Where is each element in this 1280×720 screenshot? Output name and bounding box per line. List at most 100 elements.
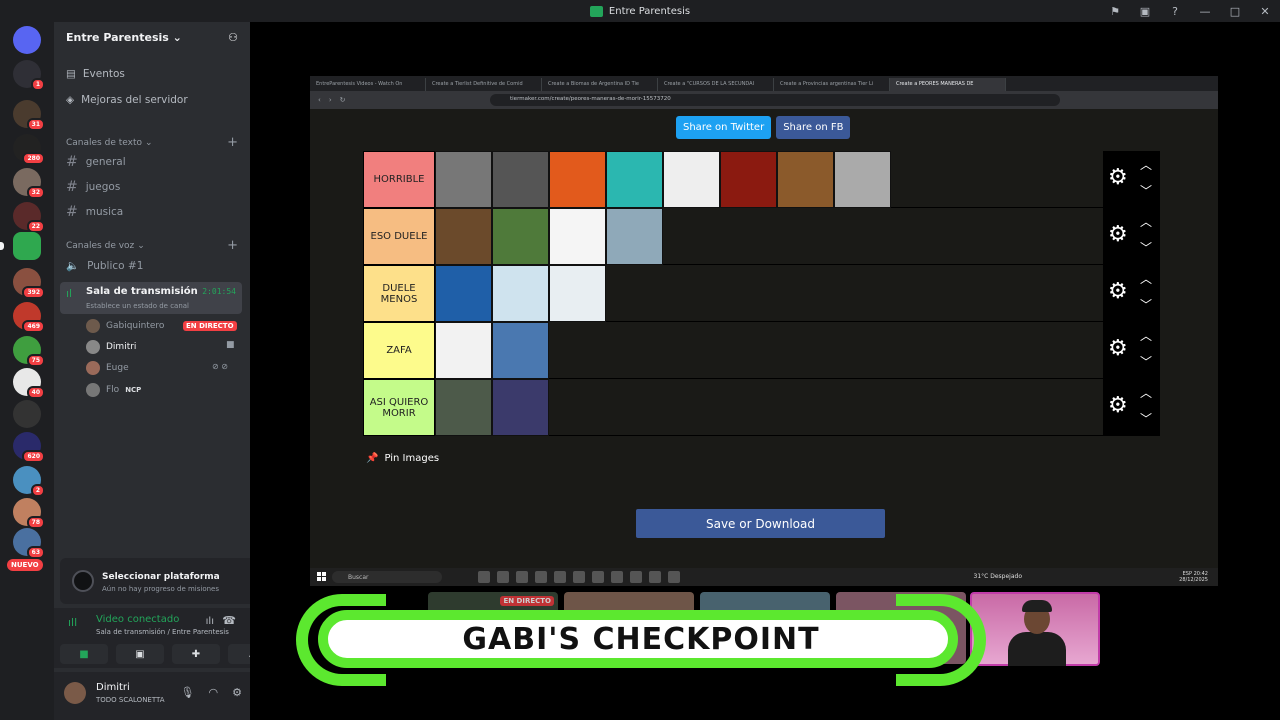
browser-tab[interactable]: Create a "CURSOS DE LA SECUNDAI <box>658 78 774 91</box>
app-icon[interactable] <box>573 571 585 583</box>
app-icon[interactable] <box>535 571 547 583</box>
tier-image[interactable] <box>492 322 549 379</box>
nav-boost[interactable]: ◈ Mejoras del servidor <box>66 94 188 106</box>
tier-image[interactable] <box>606 208 663 265</box>
add-channel-icon[interactable]: + <box>227 238 238 253</box>
help-icon[interactable]: ? <box>1160 5 1190 18</box>
server-icon[interactable]: 31 <box>13 100 45 131</box>
channel-publico[interactable]: 🔈 Publico #1 <box>66 259 143 273</box>
chevron-down-icon[interactable]: ﹀ <box>1140 296 1152 313</box>
server-icon[interactable]: 22 <box>13 202 45 233</box>
tier-image[interactable] <box>834 151 891 208</box>
gear-icon[interactable]: ⚙ <box>232 686 242 699</box>
chevron-up-icon[interactable]: ︿ <box>1140 156 1152 173</box>
tier-image[interactable] <box>663 151 720 208</box>
server-icon[interactable]: 75 <box>13 336 45 367</box>
app-icon[interactable] <box>649 571 661 583</box>
gear-icon[interactable]: ⚙ <box>1108 336 1128 361</box>
tier-image[interactable] <box>720 151 777 208</box>
browser-tab[interactable]: Create a Tierlist Definitive de Comid <box>426 78 542 91</box>
reload-icon[interactable]: ↻ <box>340 96 346 104</box>
screen-share-button[interactable]: ▣ <box>116 644 164 664</box>
browser-tab[interactable]: Create a Provincias argentinas Tier Li <box>774 78 890 91</box>
gear-icon[interactable]: ⚙ <box>1108 222 1128 247</box>
tier-image[interactable] <box>435 151 492 208</box>
gear-icon[interactable]: ⚙ <box>1108 279 1128 304</box>
tier-label[interactable]: HORRIBLE <box>363 151 435 208</box>
tier-image[interactable] <box>492 208 549 265</box>
app-icon[interactable] <box>478 571 490 583</box>
server-icon[interactable]: 32 <box>13 168 45 199</box>
webcam-tile[interactable] <box>970 592 1100 666</box>
server-icon[interactable]: 78 <box>13 498 45 529</box>
app-icon[interactable] <box>554 571 566 583</box>
add-member-icon[interactable]: ⚇ <box>228 31 238 47</box>
app-icon[interactable] <box>497 571 509 583</box>
add-channel-icon[interactable]: + <box>227 135 238 150</box>
gear-icon[interactable]: ⚙ <box>1108 165 1128 190</box>
chevron-down-icon[interactable]: ﹀ <box>1140 353 1152 370</box>
maximize-button[interactable]: □ <box>1220 5 1250 18</box>
chevron-down-icon[interactable]: ﹀ <box>1140 239 1152 256</box>
server-icon[interactable]: 63 <box>13 528 45 559</box>
chevron-up-icon[interactable]: ︿ <box>1140 213 1152 230</box>
camera-button[interactable]: ■ <box>60 644 108 664</box>
tier-image[interactable] <box>492 151 549 208</box>
chevron-up-icon[interactable]: ︿ <box>1140 270 1152 287</box>
taskbar-search[interactable]: Buscar <box>332 571 442 583</box>
tier-image[interactable] <box>549 265 606 322</box>
voice-user[interactable]: Euge <box>86 361 129 375</box>
windows-start-icon[interactable] <box>317 572 326 581</box>
server-icon[interactable]: 620 <box>13 432 45 463</box>
browser-tab[interactable]: Create a Biomas de Argentina ID Tie <box>542 78 658 91</box>
server-icon[interactable]: 40 <box>13 368 45 399</box>
chevron-up-icon[interactable]: ︿ <box>1140 327 1152 344</box>
server-header[interactable]: Entre Parentesis ⌄ ⚇ <box>54 22 250 56</box>
browser-tab-active[interactable]: Create a PEORES MANERAS DE <box>890 78 1006 91</box>
back-icon[interactable]: ‹ <box>318 96 321 104</box>
tier-image[interactable] <box>777 151 834 208</box>
category-text[interactable]: Canales de texto ⌄ <box>66 138 153 148</box>
tier-image[interactable] <box>549 208 606 265</box>
tier-image[interactable] <box>435 265 492 322</box>
save-download-button[interactable]: Save or Download <box>636 509 885 538</box>
tier-image[interactable] <box>492 265 549 322</box>
tier-label[interactable]: ESO DUELE <box>363 208 435 265</box>
browser-tab[interactable]: EntreParentesis Videos - Watch On <box>310 78 426 91</box>
channel-stage[interactable]: ıl Sala de transmisión Establece un esta… <box>60 282 242 314</box>
share-fb-button[interactable]: Share on FB <box>776 116 851 139</box>
share-twitter-button[interactable]: Share on Twitter <box>676 116 772 139</box>
channel-musica[interactable]: # musica <box>66 204 123 220</box>
nav-events[interactable]: ▤ Eventos <box>66 68 125 80</box>
inbox-icon[interactable]: ⚑ <box>1100 5 1130 18</box>
url-field[interactable]: tiermaker.com/create/peores-maneras-de-m… <box>490 94 1060 106</box>
server-icon[interactable]: 392 <box>13 268 45 299</box>
server-icon[interactable]: 469 <box>13 302 45 333</box>
tier-label[interactable]: ZAFA <box>363 322 435 379</box>
tier-label[interactable]: DUELE MENOS <box>363 265 435 322</box>
category-voice[interactable]: Canales de voz ⌄ <box>66 241 145 251</box>
server-icon[interactable]: 2 <box>13 466 45 497</box>
activities-button[interactable]: ✚ <box>172 644 220 664</box>
tier-image[interactable] <box>435 208 492 265</box>
minimize-button[interactable]: — <box>1190 5 1220 18</box>
chevron-up-icon[interactable]: ︿ <box>1140 384 1152 401</box>
server-icon[interactable]: 1 <box>13 60 45 91</box>
microphone-icon[interactable]: 🎙 <box>181 686 195 699</box>
tier-label[interactable]: ASI QUIERO MORIR <box>363 379 435 436</box>
server-icon[interactable] <box>13 400 41 428</box>
tier-image[interactable] <box>549 151 606 208</box>
server-icon[interactable]: 280 <box>13 134 45 165</box>
headphones-icon[interactable]: ◠ <box>209 686 219 699</box>
noise-icon[interactable]: ılı <box>206 616 214 627</box>
server-icon-active[interactable] <box>0 232 41 260</box>
disconnect-icon[interactable]: ☎ <box>222 614 236 627</box>
voice-user[interactable]: Flo NCP <box>86 383 141 397</box>
avatar[interactable] <box>64 682 86 704</box>
channel-juegos[interactable]: # juegos <box>66 179 120 195</box>
app-icon[interactable] <box>516 571 528 583</box>
weather[interactable]: 31°C Despejado <box>974 573 1023 580</box>
tier-image[interactable] <box>492 379 549 436</box>
gear-icon[interactable]: ⚙ <box>1108 393 1128 418</box>
channel-general[interactable]: # general <box>66 154 126 170</box>
